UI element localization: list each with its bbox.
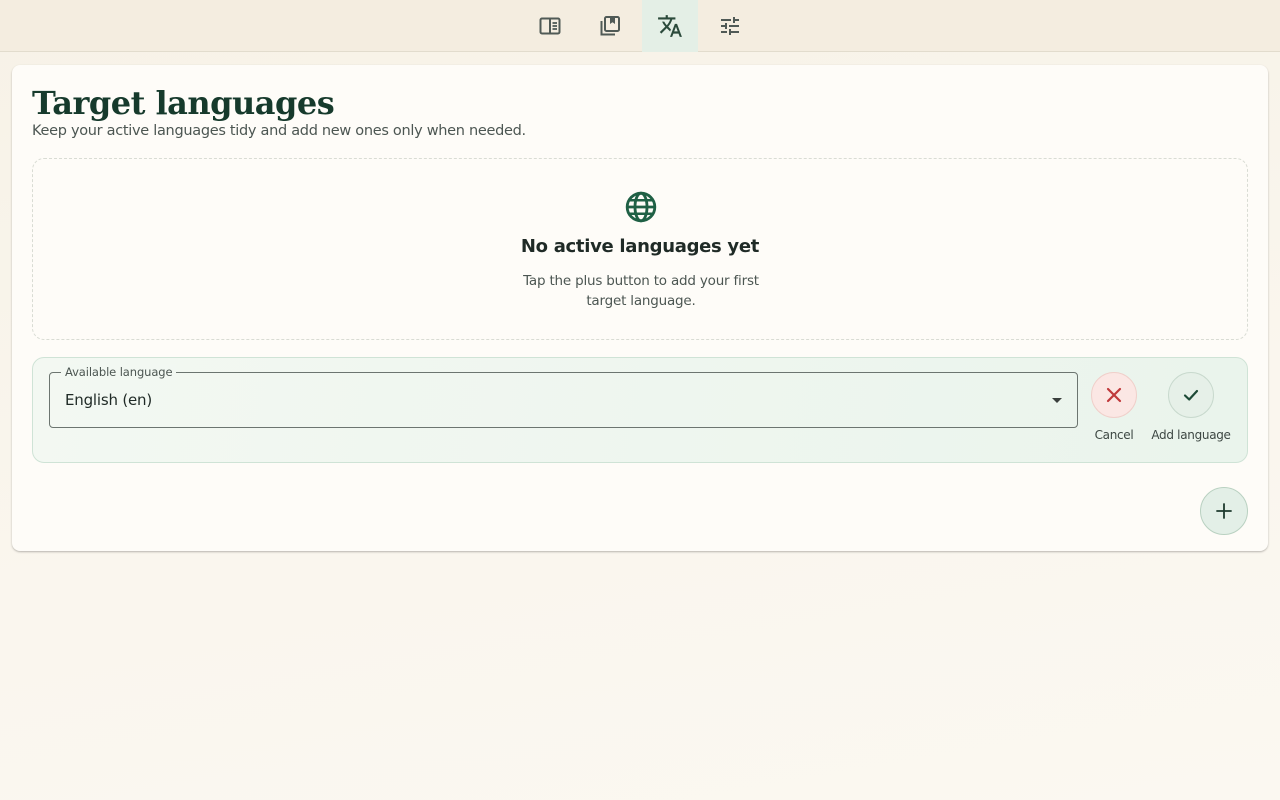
plus-icon <box>1216 503 1232 519</box>
tab-settings[interactable] <box>702 0 758 52</box>
select-label: Available language <box>61 364 177 380</box>
empty-state-description: Tap the plus button to add your first ta… <box>523 273 759 309</box>
tab-reader[interactable] <box>522 0 578 52</box>
translate-icon <box>658 15 682 37</box>
add-language-panel: Available language English (en) Cancel A… <box>32 357 1248 463</box>
check-icon <box>1183 389 1199 401</box>
available-language-select[interactable]: Available language English (en) <box>49 364 1078 428</box>
empty-state-title: No active languages yet <box>520 236 760 257</box>
close-icon <box>1106 387 1122 403</box>
page-title: Target languages <box>32 84 335 122</box>
cancel-label: Cancel <box>1094 428 1134 442</box>
reader-icon <box>539 17 561 35</box>
page-subtitle: Keep your active languages tidy and add … <box>32 123 526 139</box>
languages-card: Target languages Keep your active langua… <box>12 65 1268 551</box>
globe-icon <box>625 191 657 223</box>
select-value: English (en) <box>65 391 152 409</box>
empty-state: No active languages yet Tap the plus but… <box>32 158 1248 340</box>
add-language-button[interactable]: Add language <box>1147 372 1235 443</box>
settings-sliders-icon <box>721 17 739 35</box>
add-language-circle[interactable] <box>1168 372 1214 418</box>
cancel-button[interactable]: Cancel <box>1082 372 1146 443</box>
add-fab-button[interactable] <box>1200 487 1248 535</box>
top-navigation-bar <box>0 0 1280 52</box>
library-icon <box>600 16 620 36</box>
cancel-circle[interactable] <box>1091 372 1137 418</box>
tab-languages[interactable] <box>642 0 698 52</box>
add-language-label: Add language <box>1151 428 1231 442</box>
dropdown-arrow-icon[interactable] <box>1052 398 1062 403</box>
tab-library[interactable] <box>582 0 638 52</box>
